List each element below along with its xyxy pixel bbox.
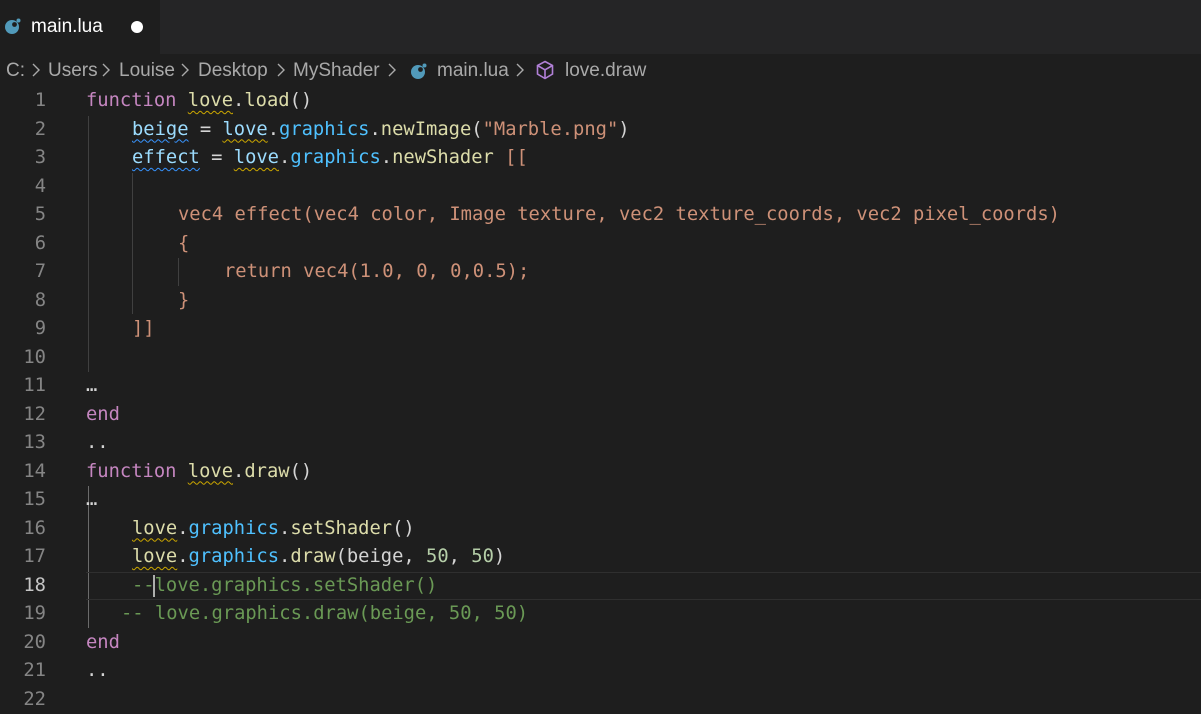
code-text: } xyxy=(178,290,189,311)
breadcrumb-item-desktop[interactable]: Desktop xyxy=(198,60,268,82)
code-text: beige = love.graphics.newImage("Marble.p… xyxy=(132,119,630,140)
line-number: 10 xyxy=(0,347,46,368)
code-text: effect = love.graphics.newShader [[ xyxy=(132,147,528,168)
code-text: love.graphics.draw(beige, 50, 50) xyxy=(132,546,505,567)
line-number: 6 xyxy=(0,233,46,254)
line-number: 14 xyxy=(0,461,46,482)
tab-bar: main.lua xyxy=(0,0,1201,54)
line-number: 12 xyxy=(0,404,46,425)
line-number: 9 xyxy=(0,318,46,339)
line-number: 17 xyxy=(0,546,46,567)
code-text: .. xyxy=(86,432,109,453)
line-number: 7 xyxy=(0,261,46,282)
breadcrumb-item-users[interactable]: Users xyxy=(48,60,98,82)
code-text: return vec4(1.0, 0, 0,0.5); xyxy=(224,261,529,282)
chevron-right-icon xyxy=(100,63,112,77)
line-number: 16 xyxy=(0,518,46,539)
text-cursor xyxy=(153,575,155,597)
code-text: ]] xyxy=(132,318,155,339)
code-line[interactable]: 15 … xyxy=(0,486,1201,515)
line-number: 11 xyxy=(0,375,46,396)
lua-moon-icon xyxy=(410,63,427,86)
line-number: 8 xyxy=(0,290,46,311)
breadcrumb-item-louise[interactable]: Louise xyxy=(119,60,175,82)
code-line[interactable]: 11 … xyxy=(0,372,1201,401)
tab-label: main.lua xyxy=(31,16,103,38)
code-text: -- love.graphics.draw(beige, 50, 50) xyxy=(121,603,528,624)
chevron-right-icon xyxy=(386,63,398,77)
code-text: love.graphics.setShader() xyxy=(132,518,415,539)
code-line[interactable]: 6 { xyxy=(0,230,1201,259)
code-line[interactable]: 10 xyxy=(0,344,1201,373)
code-text: … xyxy=(86,489,97,510)
line-number: 13 xyxy=(0,432,46,453)
code-line[interactable]: 2 beige = love.graphics.newImage("Marble… xyxy=(0,116,1201,145)
code-line[interactable]: 5 vec4 effect(vec4 color, Image texture,… xyxy=(0,201,1201,230)
code-text: end xyxy=(86,404,120,425)
code-line[interactable]: 4 xyxy=(0,173,1201,202)
code-line[interactable]: 9 ]] xyxy=(0,315,1201,344)
line-number: 18 xyxy=(0,575,46,596)
breadcrumb-item-myshader[interactable]: MyShader xyxy=(293,60,380,82)
code-line[interactable]: 22 xyxy=(0,686,1201,714)
code-text: function love.draw() xyxy=(86,461,312,482)
code-line[interactable]: 20 end xyxy=(0,629,1201,658)
lua-moon-icon xyxy=(4,18,21,35)
unsaved-dot-icon[interactable] xyxy=(131,21,143,33)
code-text: end xyxy=(86,632,120,653)
breadcrumb-item-file[interactable]: main.lua xyxy=(437,60,509,82)
code-text: … xyxy=(86,375,97,396)
code-text: { xyxy=(178,233,189,254)
line-number: 4 xyxy=(0,176,46,197)
chevron-right-icon xyxy=(514,63,526,77)
code-text: function love.load() xyxy=(86,90,312,111)
line-number: 1 xyxy=(0,90,46,111)
code-line[interactable]: 19 -- love.graphics.draw(beige, 50, 50) xyxy=(0,600,1201,629)
code-editor[interactable]: 1 function love.load() 2 beige = love.gr… xyxy=(0,87,1201,712)
code-text: --love.graphics.setShader() xyxy=(132,575,437,596)
code-text: .. xyxy=(86,660,109,681)
chevron-right-icon xyxy=(30,63,42,77)
code-line[interactable]: 7 return vec4(1.0, 0, 0,0.5); xyxy=(0,258,1201,287)
line-number: 3 xyxy=(0,147,46,168)
line-number: 5 xyxy=(0,204,46,225)
chevron-right-icon xyxy=(275,63,287,77)
code-line[interactable]: 8 } xyxy=(0,287,1201,316)
breadcrumb-item-drive[interactable]: C: xyxy=(6,60,25,82)
code-line[interactable]: 13 .. xyxy=(0,429,1201,458)
tab-main-lua[interactable]: main.lua xyxy=(0,0,160,54)
code-line[interactable]: 21 .. xyxy=(0,657,1201,686)
breadcrumb: C: Users Louise Desktop MyShader main.lu… xyxy=(0,54,1201,88)
line-number: 19 xyxy=(0,603,46,624)
line-number: 2 xyxy=(0,119,46,140)
code-line[interactable]: 1 function love.load() xyxy=(0,87,1201,116)
line-number: 22 xyxy=(0,689,46,710)
code-line[interactable]: 16 love.graphics.setShader() xyxy=(0,515,1201,544)
method-cube-icon xyxy=(535,60,555,86)
code-text: vec4 effect(vec4 color, Image texture, v… xyxy=(178,204,1060,225)
code-line[interactable]: 3 effect = love.graphics.newShader [[ xyxy=(0,144,1201,173)
line-number: 15 xyxy=(0,489,46,510)
line-number: 21 xyxy=(0,660,46,681)
code-line[interactable]: 12 end xyxy=(0,401,1201,430)
code-line[interactable]: 17 love.graphics.draw(beige, 50, 50) xyxy=(0,543,1201,572)
line-number: 20 xyxy=(0,632,46,653)
code-line[interactable]: 14 function love.draw() xyxy=(0,458,1201,487)
code-line-active[interactable]: 18 --love.graphics.setShader() xyxy=(0,572,1201,601)
chevron-right-icon xyxy=(179,63,191,77)
breadcrumb-item-symbol[interactable]: love.draw xyxy=(565,60,646,82)
